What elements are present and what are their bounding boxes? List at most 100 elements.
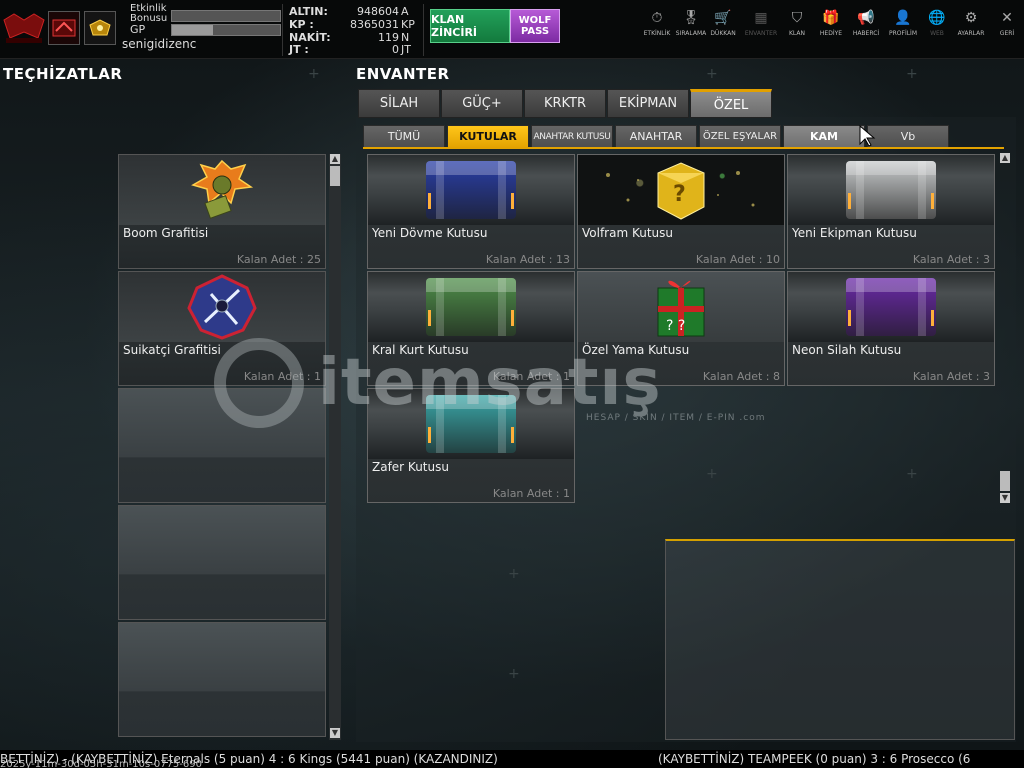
wolf-pass-button[interactable]: WOLF PASS bbox=[510, 9, 560, 43]
plus-mark-icon: + bbox=[508, 666, 520, 682]
inventory-item[interactable]: ? Volfram Kutusu Kalan Adet : 10 bbox=[577, 154, 785, 269]
plus-mark-icon: + bbox=[508, 566, 520, 582]
scroll-thumb[interactable] bbox=[1000, 471, 1010, 491]
gp-bar bbox=[171, 24, 281, 36]
nav-label: PROFİLİM bbox=[888, 30, 918, 37]
scroll-up-icon[interactable]: ▲ bbox=[1000, 153, 1010, 163]
equipment-name: Boom Grafitisi bbox=[123, 226, 209, 240]
currency-row-jt: JT :0 JT bbox=[289, 43, 411, 56]
scroll-down-icon[interactable]: ▼ bbox=[330, 728, 340, 738]
nav-web-button[interactable]: 🌐 WEB bbox=[920, 8, 954, 48]
item-count: Kalan Adet : 1 bbox=[492, 487, 570, 500]
nav-label: GERİ bbox=[999, 30, 1015, 37]
crate-icon bbox=[426, 161, 516, 219]
nav-etki̇nli̇k-button[interactable]: ⏱ ETKİNLİK bbox=[640, 8, 674, 48]
inventory-title: ENVANTER bbox=[356, 65, 450, 83]
nav-label: HEDİYE bbox=[819, 30, 843, 37]
plus-mark-icon: + bbox=[906, 466, 918, 482]
subtab-special-items[interactable]: ÖZEL EŞYALAR bbox=[699, 125, 781, 149]
tab-character[interactable]: KRKTR bbox=[524, 89, 606, 118]
tab-equipment[interactable]: EKİPMAN bbox=[607, 89, 689, 118]
item-name: Zafer Kutusu bbox=[372, 460, 449, 474]
watermark-text: itemsatış bbox=[318, 346, 662, 420]
subtab-all[interactable]: TÜMÜ bbox=[363, 125, 445, 149]
nav-label: WEB bbox=[930, 30, 944, 37]
plus-mark-icon: + bbox=[906, 66, 918, 82]
plus-mark-icon: + bbox=[706, 66, 718, 82]
nav-label: HABERCİ bbox=[852, 30, 880, 37]
top-bar: Etkinlik Bonusu GP senigidizenc ALTIN: 94… bbox=[0, 0, 1024, 59]
item-image: ? bbox=[578, 155, 784, 225]
inventory-item[interactable]: Yeni Dövme Kutusu Kalan Adet : 13 bbox=[367, 154, 575, 269]
currency-row-kp: KP :8365031 KP bbox=[289, 18, 415, 31]
item-count: Kalan Adet : 3 bbox=[912, 253, 990, 266]
item-detail-panel bbox=[665, 539, 1015, 740]
ticker-timestamp: 2025y-11m-30d-05h-31m-10s-0775-690 bbox=[0, 759, 202, 768]
subtab-kam[interactable]: KAM bbox=[783, 125, 865, 149]
equipment-title: TEÇHİZATLAR bbox=[3, 65, 123, 83]
item-image bbox=[368, 155, 574, 225]
equipment-list: Boom Grafitisi Kalan Adet : 25 Suikatçi … bbox=[118, 154, 326, 740]
game-logo bbox=[3, 13, 45, 43]
equipment-count: Kalan Adet : 25 bbox=[236, 253, 321, 266]
subtab-boxes[interactable]: KUTULAR bbox=[447, 125, 529, 149]
nav-geri̇-button[interactable]: ✕ GERİ bbox=[990, 8, 1024, 48]
item-name: Yeni Dövme Kutusu bbox=[372, 226, 488, 240]
subtab-key-box[interactable]: ANAHTAR KUTUSU bbox=[531, 125, 613, 149]
inventory-item[interactable]: Neon Silah Kutusu Kalan Adet : 3 bbox=[787, 271, 995, 386]
news-ticker: BETTİNİZ) - (KAYBETTİNİZ) Eternals (5 pu… bbox=[0, 750, 1024, 768]
svg-text:?: ? bbox=[673, 182, 686, 207]
subtab-underline bbox=[363, 147, 1004, 149]
tab-power[interactable]: GÜÇ+ bbox=[441, 89, 523, 118]
item-name: Volfram Kutusu bbox=[582, 226, 674, 240]
nav-klan-button[interactable]: ⛉ KLAN bbox=[780, 8, 814, 48]
bonus-bar bbox=[171, 10, 281, 22]
nav-label: SIRALAMA bbox=[675, 30, 707, 37]
stopwatch-icon: ⏱ bbox=[651, 10, 663, 26]
currency-panel: ALTIN: 948604 A KP :8365031 KP NAKİT: 119 N J… bbox=[282, 4, 424, 56]
back-icon: ✕ bbox=[1001, 10, 1013, 26]
inventory-icon: ▦ bbox=[754, 10, 768, 26]
nav-ayarlar-button[interactable]: ⚙ AYARLAR bbox=[954, 8, 988, 48]
item-count: Kalan Adet : 3 bbox=[912, 370, 990, 383]
nav-label: DÜKKAN bbox=[710, 30, 736, 37]
ticker-right-text: (KAYBETTİNİZ) TEAMPEEK (0 puan) 3 : 6 Pr… bbox=[658, 752, 971, 766]
inventory-item[interactable]: Yeni Ekipman Kutusu Kalan Adet : 3 bbox=[787, 154, 995, 269]
tab-weapon[interactable]: SİLAH bbox=[358, 89, 440, 118]
username: senigidizenc bbox=[122, 37, 197, 51]
nav-envanter-button[interactable]: ▦ ENVANTER bbox=[744, 8, 778, 48]
profile-icon: 👤 bbox=[894, 10, 912, 26]
shield-icon: ⛉ bbox=[791, 10, 803, 26]
equipment-slot-empty[interactable] bbox=[118, 622, 326, 737]
nav-profi̇li̇m-button[interactable]: 👤 PROFİLİM bbox=[886, 8, 920, 48]
equipment-scrollbar[interactable]: ▲ ▼ bbox=[329, 154, 341, 740]
nav-dükkan-button[interactable]: 🛒 DÜKKAN bbox=[706, 8, 740, 48]
scroll-up-icon[interactable]: ▲ bbox=[330, 154, 340, 164]
nav-label: ETKİNLİK bbox=[643, 30, 671, 37]
plus-mark-icon: + bbox=[706, 466, 718, 482]
watermark: itemsatış HESAP / SKIN / ITEM / E-PIN .c… bbox=[214, 328, 814, 438]
scroll-down-icon[interactable]: ▼ bbox=[1000, 493, 1010, 503]
watermark-subtext: HESAP / SKIN / ITEM / E-PIN .com bbox=[586, 413, 766, 423]
rank-badge-icon bbox=[48, 11, 80, 45]
klan-chain-button[interactable]: KLAN ZİNCİRİ bbox=[430, 9, 510, 43]
tab-special[interactable]: ÖZEL bbox=[690, 89, 772, 118]
plus-mark-icon: + bbox=[308, 66, 320, 82]
equipment-slot-1[interactable]: Boom Grafitisi Kalan Adet : 25 bbox=[118, 154, 326, 269]
boom-graffiti-image bbox=[119, 155, 325, 225]
cart-icon: 🛒 bbox=[714, 10, 732, 26]
inventory-scrollbar[interactable]: ▲ ▼ bbox=[999, 153, 1011, 505]
scroll-thumb[interactable] bbox=[330, 166, 340, 186]
equipment-name: Suikatçi Grafitisi bbox=[123, 343, 221, 357]
item-count: Kalan Adet : 10 bbox=[695, 253, 780, 266]
nav-hedi̇ye-button[interactable]: 🎁 HEDİYE bbox=[814, 8, 848, 48]
item-image bbox=[788, 272, 994, 342]
nav-haberci̇-button[interactable]: 📢 HABERCİ bbox=[849, 8, 883, 48]
subtab-vb[interactable]: Vb bbox=[867, 125, 949, 149]
equipment-slot-empty[interactable] bbox=[118, 505, 326, 620]
globe-icon: 🌐 bbox=[928, 10, 946, 26]
nav-siralama-button[interactable]: 🎖 SIRALAMA bbox=[674, 8, 708, 48]
bonus-label: Etkinlik Bonusu bbox=[130, 3, 168, 24]
nav-label: ENVANTER bbox=[744, 30, 778, 37]
subtab-key[interactable]: ANAHTAR bbox=[615, 125, 697, 149]
